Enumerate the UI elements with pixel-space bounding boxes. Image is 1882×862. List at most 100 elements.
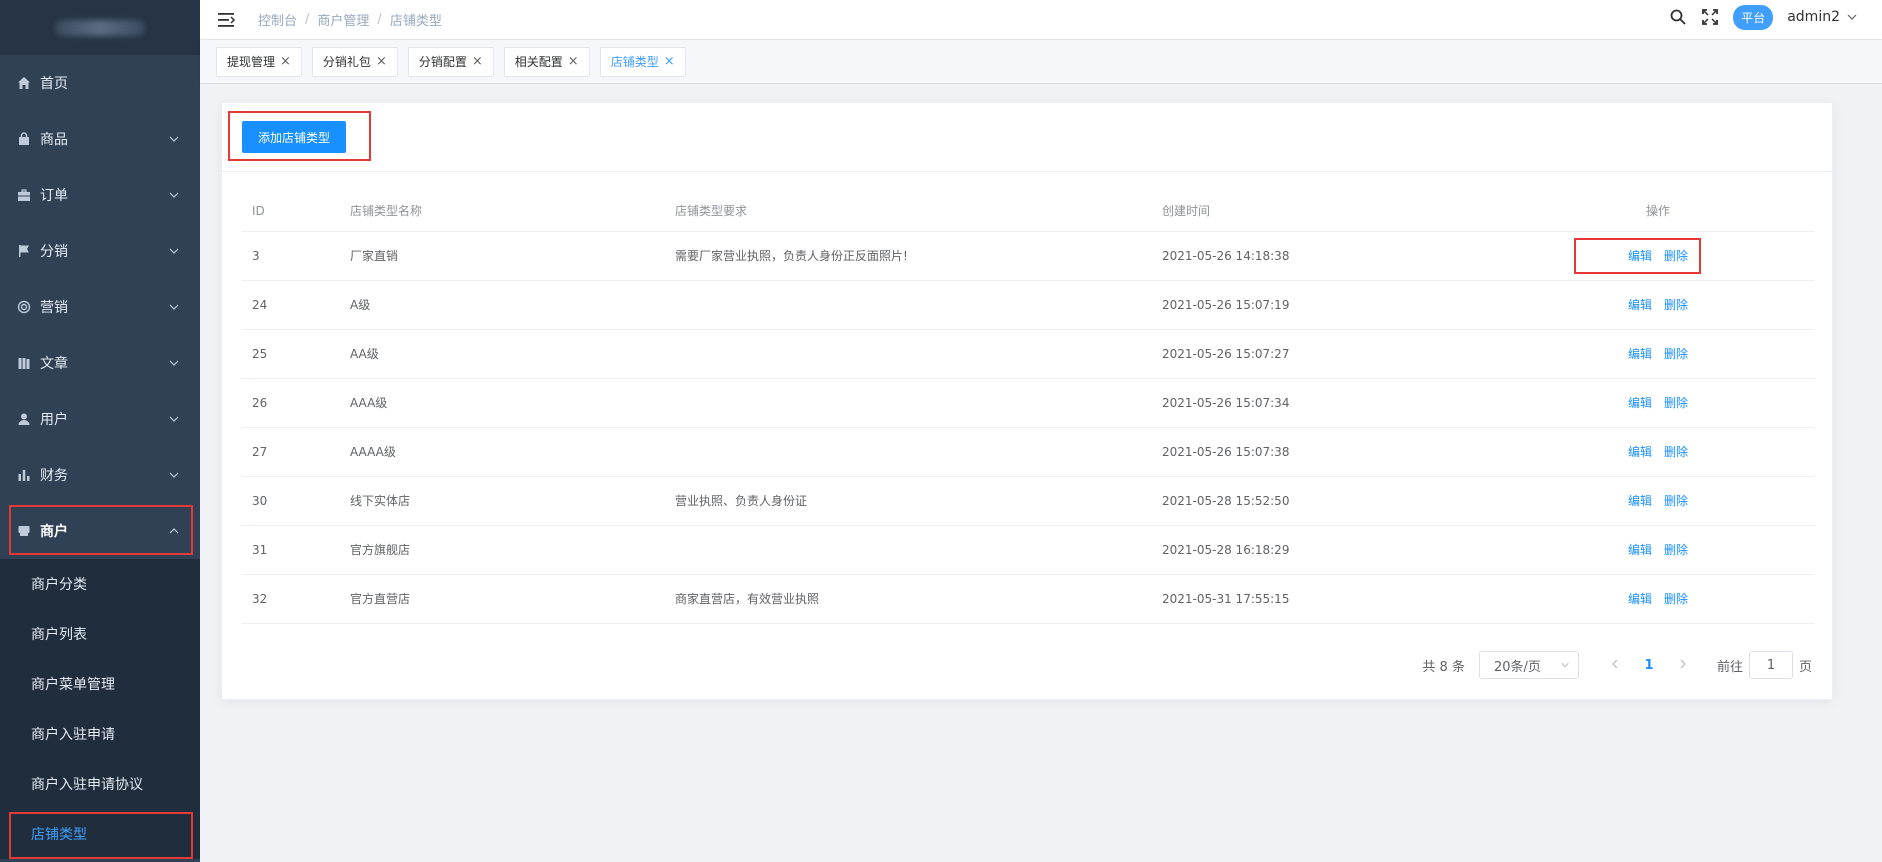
edit-link[interactable]: 编辑 — [1628, 249, 1652, 263]
table-row: 30 线下实体店 营业执照、负责人身份证 2021-05-28 15:52:50… — [242, 476, 1814, 526]
close-icon[interactable]: × — [568, 54, 579, 69]
tag-related-config[interactable]: 相关配置 × — [503, 46, 590, 77]
edit-link[interactable]: 编辑 — [1628, 347, 1652, 361]
next-page-button[interactable] — [1669, 657, 1697, 673]
delete-link[interactable]: 删除 — [1664, 347, 1688, 361]
sidebar-item-distribution[interactable]: 分销 — [0, 223, 200, 279]
sidebar-item-label: 商品 — [40, 132, 68, 148]
cell-actions: 编辑 删除 — [1502, 427, 1814, 477]
cell-name: 厂家直销 — [340, 231, 665, 281]
cell-id: 24 — [242, 280, 340, 330]
submenu-item-merchant-application[interactable]: 商户入驻申请 — [0, 709, 200, 759]
sidebar-item-home[interactable]: 首页 — [0, 55, 200, 111]
close-icon[interactable]: × — [376, 54, 387, 69]
submenu-item-merchant-category[interactable]: 商户分类 — [0, 559, 200, 609]
pagination: 共 8 条 20条/页 1 前往 页 — [1422, 651, 1812, 679]
breadcrumb-item-merchant-management[interactable]: 商户管理 — [317, 10, 369, 29]
cell-id: 30 — [242, 476, 340, 526]
delete-link[interactable]: 删除 — [1664, 543, 1688, 557]
cell-requirement: 商家直营店，有效营业执照 — [665, 574, 1152, 624]
chevron-left-icon — [1611, 659, 1618, 669]
cell-requirement: 需要厂家营业执照，负责人身份正反面照片! — [665, 231, 1152, 281]
edit-link[interactable]: 编辑 — [1628, 445, 1652, 459]
edit-link[interactable]: 编辑 — [1628, 592, 1652, 606]
cell-actions: 编辑 删除 — [1502, 280, 1814, 330]
sidebar-item-merchants[interactable]: 商户 — [0, 503, 200, 559]
submenu-item-store-type[interactable]: 店铺类型 — [0, 809, 200, 859]
tag-withdrawal-management[interactable]: 提现管理 × — [216, 46, 302, 77]
tag-label: 分销礼包 — [322, 55, 371, 69]
store-type-card: 添加店铺类型 ID 店铺类型名称 店铺类型要求 创建时间 操作 3 厂家直销 需… — [221, 102, 1833, 700]
breadcrumb-item-store-type: 店铺类型 — [389, 14, 442, 29]
chevron-down-icon — [169, 136, 179, 142]
sidebar-item-label: 分销 — [40, 244, 68, 260]
goto-suffix: 页 — [1798, 659, 1812, 675]
cell-name: 线下实体店 — [340, 476, 665, 526]
submenu-item-application-agreement[interactable]: 商户入驻申请协议 — [0, 759, 200, 809]
header-actions: 平台 admin2 — [1669, 0, 1858, 34]
submenu-item-merchant-menu[interactable]: 商户菜单管理 — [0, 659, 200, 709]
page-number[interactable]: 1 — [1629, 658, 1669, 673]
cell-created-time: 2021-05-26 15:07:34 — [1152, 378, 1502, 428]
search-icon[interactable] — [1669, 8, 1687, 26]
add-store-type-button[interactable]: 添加店铺类型 — [242, 121, 346, 153]
chevron-down-icon — [169, 416, 179, 422]
sidebar-item-users[interactable]: 用户 — [0, 391, 200, 447]
sidebar-item-marketing[interactable]: 营销 — [0, 279, 200, 335]
page-size-select[interactable]: 20条/页 — [1478, 651, 1579, 679]
cell-requirement — [665, 280, 1152, 330]
tag-label: 相关配置 — [514, 55, 563, 69]
delete-link[interactable]: 删除 — [1664, 396, 1688, 410]
cell-requirement — [665, 329, 1152, 379]
main-content: 添加店铺类型 ID 店铺类型名称 店铺类型要求 创建时间 操作 3 厂家直销 需… — [200, 84, 1882, 862]
tag-store-type[interactable]: 店铺类型 × — [599, 46, 686, 77]
logo[interactable] — [0, 0, 200, 55]
cell-id: 25 — [242, 329, 340, 379]
chevron-down-icon — [1561, 662, 1569, 668]
lifebuoy-icon — [16, 299, 32, 315]
delete-link[interactable]: 删除 — [1664, 494, 1688, 508]
sidebar-item-orders[interactable]: 订单 — [0, 167, 200, 223]
close-icon[interactable]: × — [472, 54, 483, 69]
goto-prefix: 前往 — [1716, 659, 1743, 675]
table-header-row: ID 店铺类型名称 店铺类型要求 创建时间 操作 — [242, 191, 1814, 232]
breadcrumb-separator: / — [377, 12, 382, 27]
delete-link[interactable]: 删除 — [1664, 445, 1688, 459]
edit-link[interactable]: 编辑 — [1628, 543, 1652, 557]
cell-id: 27 — [242, 427, 340, 477]
home-icon — [16, 75, 32, 91]
table-row: 32 官方直营店 商家直营店，有效营业执照 2021-05-31 17:55:1… — [242, 574, 1814, 624]
briefcase-icon — [16, 187, 32, 203]
tag-label: 店铺类型 — [610, 55, 659, 69]
cell-name: A级 — [340, 280, 665, 330]
sidebar-item-finance[interactable]: 财务 — [0, 447, 200, 503]
tag-distribution-config[interactable]: 分销配置 × — [407, 46, 494, 77]
close-icon[interactable]: × — [280, 54, 291, 69]
fullscreen-icon[interactable] — [1701, 8, 1719, 26]
sidebar-item-products[interactable]: 商品 — [0, 111, 200, 167]
breadcrumb-item-console[interactable]: 控制台 — [258, 10, 297, 29]
column-header-actions: 操作 — [1502, 191, 1814, 232]
hamburger-icon[interactable] — [218, 12, 236, 28]
user-menu[interactable]: admin2 — [1787, 9, 1858, 25]
prev-page-button[interactable] — [1601, 657, 1629, 673]
sidebar-item-articles[interactable]: 文章 — [0, 335, 200, 391]
chevron-right-icon — [1680, 659, 1686, 669]
sidebar-item-label: 财务 — [40, 468, 68, 484]
cell-created-time: 2021-05-26 15:07:19 — [1152, 280, 1502, 330]
breadcrumb: 控制台 / 商户管理 / 店铺类型 — [258, 10, 442, 29]
delete-link[interactable]: 删除 — [1664, 592, 1688, 606]
goto-page-input[interactable] — [1748, 651, 1793, 679]
book-icon — [16, 355, 32, 371]
delete-link[interactable]: 删除 — [1664, 298, 1688, 312]
close-icon[interactable]: × — [664, 54, 675, 69]
edit-link[interactable]: 编辑 — [1628, 298, 1652, 312]
edit-link[interactable]: 编辑 — [1628, 494, 1652, 508]
submenu-item-merchant-list[interactable]: 商户列表 — [0, 609, 200, 659]
cell-requirement — [665, 525, 1152, 575]
column-header-created-time: 创建时间 — [1152, 191, 1502, 232]
delete-link[interactable]: 删除 — [1664, 249, 1688, 263]
cell-name: AAAA级 — [340, 427, 665, 477]
tag-distribution-gift[interactable]: 分销礼包 × — [311, 46, 398, 77]
edit-link[interactable]: 编辑 — [1628, 396, 1652, 410]
